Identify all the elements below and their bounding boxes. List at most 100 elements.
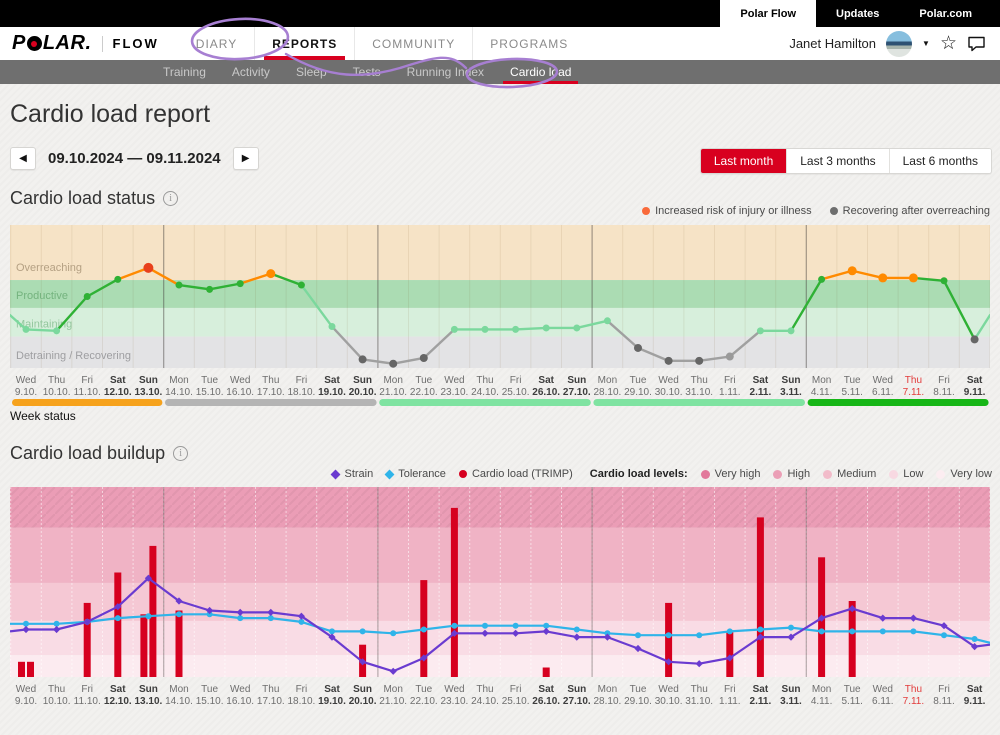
buildup-section-heading: Cardio load buildup — [10, 443, 188, 464]
level-very-low: Very low — [936, 468, 992, 480]
svg-text:18.10.: 18.10. — [287, 696, 315, 707]
feedback-chat-icon[interactable] — [967, 35, 986, 52]
svg-text:Detraining / Recovering: Detraining / Recovering — [16, 350, 131, 362]
svg-text:Sat: Sat — [753, 375, 769, 386]
svg-text:Sun: Sun — [139, 375, 158, 386]
nav-item-diary[interactable]: DIARY — [179, 27, 254, 60]
svg-text:Tue: Tue — [630, 684, 647, 695]
svg-text:Fri: Fri — [81, 684, 93, 695]
svg-text:Tue: Tue — [201, 684, 218, 695]
svg-text:Tue: Tue — [415, 684, 432, 695]
info-icon[interactable] — [173, 446, 188, 461]
next-period-button[interactable]: ▶ — [233, 147, 259, 170]
svg-text:4.11.: 4.11. — [811, 696, 833, 707]
user-area: Janet Hamilton ▼ ☆ — [789, 27, 986, 60]
svg-text:14.10.: 14.10. — [165, 387, 193, 398]
svg-text:Thu: Thu — [48, 684, 65, 695]
svg-text:Thu: Thu — [905, 375, 922, 386]
svg-text:Sun: Sun — [139, 684, 158, 695]
svg-text:Fri: Fri — [724, 375, 736, 386]
svg-text:16.10.: 16.10. — [226, 696, 254, 707]
svg-text:Mon: Mon — [383, 684, 402, 695]
svg-text:26.10.: 26.10. — [532, 387, 560, 398]
prev-period-button[interactable]: ◀ — [10, 147, 36, 170]
info-icon[interactable] — [163, 191, 178, 206]
svg-text:13.10.: 13.10. — [134, 387, 162, 398]
cardio-load-status-chart[interactable]: OverreachingProductiveMaintainingDetrain… — [10, 225, 990, 409]
polar-logo[interactable]: PLAR. — [12, 27, 92, 60]
favorite-star-icon[interactable]: ☆ — [940, 34, 957, 53]
subnav-item-activity[interactable]: Activity — [219, 60, 283, 84]
subnav-item-running-index[interactable]: Running Index — [394, 60, 497, 84]
svg-text:Mon: Mon — [383, 375, 402, 386]
subnav-item-cardio-load[interactable]: Cardio load — [497, 60, 584, 84]
subnav-item-training[interactable]: Training — [150, 60, 219, 84]
svg-text:7.11.: 7.11. — [903, 387, 925, 398]
svg-text:7.11.: 7.11. — [903, 696, 925, 707]
date-range-label: 09.10.2024 — 09.11.2024 — [48, 150, 221, 167]
svg-text:9.11.: 9.11. — [964, 696, 986, 707]
svg-text:25.10.: 25.10. — [502, 696, 530, 707]
svg-text:Fri: Fri — [510, 375, 522, 386]
svg-text:26.10.: 26.10. — [532, 696, 560, 707]
main-header: PLAR. FLOW DIARY REPORTS COMMUNITY PROGR… — [0, 27, 1000, 60]
svg-text:Sun: Sun — [353, 375, 372, 386]
svg-text:Sat: Sat — [967, 684, 983, 695]
toptab-updates[interactable]: Updates — [816, 0, 899, 27]
svg-text:Mon: Mon — [169, 684, 188, 695]
svg-text:Fri: Fri — [81, 375, 93, 386]
strain-diamond-icon — [331, 469, 341, 479]
last-3-months-button[interactable]: Last 3 months — [786, 149, 888, 173]
logo-text-p: P — [12, 32, 26, 55]
subnav-item-tests[interactable]: Tests — [340, 60, 394, 84]
last-month-button[interactable]: Last month — [701, 149, 786, 173]
level-very-high: Very high — [701, 468, 761, 480]
svg-text:Fri: Fri — [510, 684, 522, 695]
svg-text:Sun: Sun — [567, 684, 586, 695]
svg-text:Wed: Wed — [444, 375, 464, 386]
toptab-polar-flow[interactable]: Polar Flow — [720, 0, 816, 27]
polar-flow-app: Polar Flow Updates Polar.com PLAR. FLOW … — [0, 0, 1000, 735]
svg-text:1.11.: 1.11. — [719, 387, 741, 398]
svg-text:10.10.: 10.10. — [43, 387, 71, 398]
status-heading-text: Cardio load status — [10, 188, 155, 209]
user-avatar[interactable] — [886, 31, 912, 57]
svg-text:Wed: Wed — [658, 375, 678, 386]
nav-item-community[interactable]: COMMUNITY — [354, 27, 472, 60]
nav-item-reports[interactable]: REPORTS — [254, 27, 354, 60]
svg-text:Mon: Mon — [812, 684, 831, 695]
cardio-load-buildup-chart[interactable]: Wed9.10.Thu10.10.Fri11.10.Sat12.10.Sun13… — [10, 487, 990, 709]
high-dot-icon — [773, 470, 782, 479]
very-high-dot-icon — [701, 470, 710, 479]
svg-text:22.10.: 22.10. — [410, 696, 438, 707]
svg-text:Wed: Wed — [16, 684, 36, 695]
svg-text:Productive: Productive — [16, 290, 68, 302]
svg-text:Tue: Tue — [844, 684, 861, 695]
svg-text:Sat: Sat — [967, 375, 983, 386]
svg-text:Fri: Fri — [938, 375, 950, 386]
svg-text:20.10.: 20.10. — [349, 387, 377, 398]
range-button-group: Last month Last 3 months Last 6 months — [700, 148, 992, 174]
svg-text:Sat: Sat — [110, 375, 126, 386]
svg-text:Wed: Wed — [873, 684, 893, 695]
last-6-months-button[interactable]: Last 6 months — [889, 149, 991, 173]
level-medium: Medium — [823, 468, 876, 480]
svg-text:Sat: Sat — [538, 375, 554, 386]
divider — [102, 36, 103, 52]
svg-text:25.10.: 25.10. — [502, 387, 530, 398]
svg-text:11.10.: 11.10. — [74, 387, 101, 398]
chevron-down-icon[interactable]: ▼ — [922, 39, 930, 48]
svg-text:Thu: Thu — [48, 375, 65, 386]
status-section-heading: Cardio load status — [10, 188, 178, 209]
svg-text:Tue: Tue — [415, 375, 432, 386]
subnav-item-sleep[interactable]: Sleep — [283, 60, 340, 84]
svg-text:6.11.: 6.11. — [872, 696, 894, 707]
reports-subnav: Training Activity Sleep Tests Running In… — [0, 60, 1000, 84]
toptab-polar-com[interactable]: Polar.com — [899, 0, 992, 27]
svg-text:Mon: Mon — [812, 375, 831, 386]
user-name[interactable]: Janet Hamilton — [789, 36, 876, 51]
nav-item-programs[interactable]: PROGRAMS — [472, 27, 585, 60]
logo-o-icon — [27, 36, 42, 51]
svg-text:31.10.: 31.10. — [685, 696, 713, 707]
svg-text:3.11.: 3.11. — [780, 387, 802, 398]
